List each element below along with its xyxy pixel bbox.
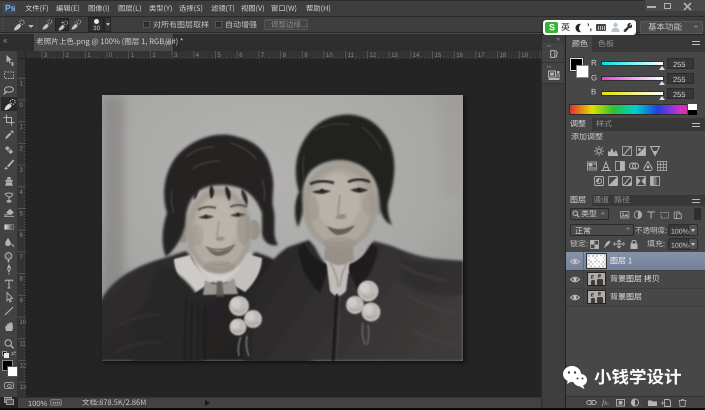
svg-text:9: 9 [20,298,24,304]
svg-text:-: - [74,20,76,26]
svg-text:6: 6 [20,233,24,239]
svg-text:+: + [61,21,65,27]
svg-text:1: 1 [20,81,24,87]
svg-text:fx.: fx. [602,398,609,407]
svg-text:2: 2 [20,146,24,152]
svg-text:.: . [640,402,641,407]
svg-text:7: 7 [20,255,24,261]
svg-text:1: 1 [20,125,24,131]
svg-text:5: 5 [20,212,24,218]
svg-text:8: 8 [20,277,24,283]
svg-text:4: 4 [20,190,24,196]
svg-text:0: 0 [20,103,24,109]
svg-text:3: 3 [20,168,24,174]
